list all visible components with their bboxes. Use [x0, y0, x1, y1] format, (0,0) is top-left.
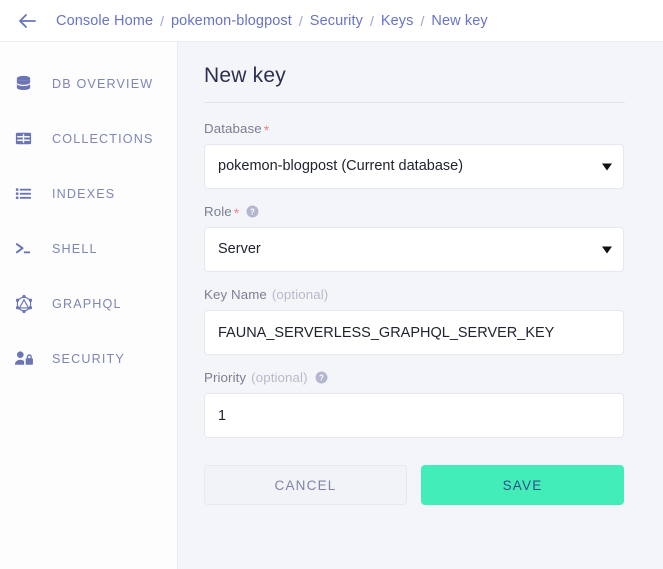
database-label-row: Database *	[204, 121, 625, 138]
sidebar-item-label: DB OVERVIEW	[52, 76, 154, 91]
required-asterisk: *	[233, 204, 240, 221]
database-select-wrap: pokemon-blogpost (Current database)	[204, 144, 624, 189]
svg-text:?: ?	[319, 374, 324, 383]
key-name-optional-text: (optional)	[271, 287, 329, 302]
question-circle-icon[interactable]: ?	[246, 205, 259, 218]
sidebar-nav: DB OVERVIEW COLLECTIONS INDEXES SHELL GR…	[0, 42, 178, 569]
breadcrumb-item-database[interactable]: pokemon-blogpost	[171, 13, 292, 29]
form-actions: CANCEL SAVE	[204, 465, 625, 505]
top-bar: Console Home / pokemon-blogpost / Securi…	[0, 0, 663, 42]
sidebar-item-db-overview[interactable]: DB OVERVIEW	[0, 56, 177, 111]
priority-input[interactable]	[204, 393, 624, 438]
field-role: Role * ? Server	[204, 204, 625, 272]
title-divider	[204, 102, 625, 103]
back-arrow-icon[interactable]	[14, 8, 40, 34]
sidebar-item-graphql[interactable]: GRAPHQL	[0, 276, 177, 331]
breadcrumb-separator: /	[298, 12, 303, 29]
priority-label: Priority	[204, 370, 247, 385]
key-name-label-row: Key Name (optional)	[204, 287, 625, 302]
database-label: Database	[204, 121, 262, 136]
field-priority: Priority (optional) ?	[204, 370, 625, 438]
role-select-wrap: Server	[204, 227, 624, 272]
svg-text:?: ?	[250, 208, 255, 217]
sidebar-item-label: COLLECTIONS	[52, 131, 154, 146]
key-name-label: Key Name	[204, 287, 267, 302]
breadcrumb-item-console-home[interactable]: Console Home	[56, 13, 153, 29]
role-label-row: Role * ?	[204, 204, 625, 221]
role-label: Role	[204, 204, 232, 219]
graphql-icon	[14, 291, 44, 317]
sidebar-item-collections[interactable]: COLLECTIONS	[0, 111, 177, 166]
sidebar-item-label: GRAPHQL	[52, 296, 122, 311]
cancel-button[interactable]: CANCEL	[204, 465, 407, 505]
field-database: Database * pokemon-blogpost (Current dat…	[204, 121, 625, 189]
database-select[interactable]: pokemon-blogpost (Current database)	[204, 144, 624, 189]
new-key-form-panel: New key Database * pokemon-blogpost (Cur…	[178, 42, 663, 569]
sidebar-item-security[interactable]: SECURITY	[0, 331, 177, 386]
fauna-console-window: Console Home / pokemon-blogpost / Securi…	[0, 0, 663, 569]
table-grid-icon	[14, 126, 44, 152]
sidebar-item-label: SHELL	[52, 241, 98, 256]
page-title: New key	[204, 64, 286, 87]
body-split: DB OVERVIEW COLLECTIONS INDEXES SHELL GR…	[0, 42, 663, 569]
breadcrumb-separator: /	[369, 12, 374, 29]
priority-optional-text: (optional)	[251, 370, 308, 385]
sidebar-item-shell[interactable]: SHELL	[0, 221, 177, 276]
key-name-input[interactable]	[204, 310, 624, 355]
required-asterisk: *	[263, 121, 270, 138]
list-icon	[14, 181, 44, 207]
save-button[interactable]: SAVE	[421, 465, 624, 505]
breadcrumb-separator: /	[160, 12, 164, 29]
role-select[interactable]: Server	[204, 227, 624, 272]
priority-label-row: Priority (optional) ?	[204, 370, 625, 385]
breadcrumb-item-security[interactable]: Security	[310, 13, 363, 29]
breadcrumb-separator: /	[420, 12, 425, 29]
question-circle-icon[interactable]: ?	[315, 371, 328, 384]
sidebar-item-label: INDEXES	[52, 186, 116, 201]
terminal-prompt-icon	[14, 236, 44, 262]
field-key-name: Key Name (optional)	[204, 287, 625, 355]
sidebar-item-indexes[interactable]: INDEXES	[0, 166, 177, 221]
database-icon	[14, 71, 44, 97]
breadcrumb: Console Home / pokemon-blogpost / Securi…	[56, 13, 488, 29]
user-lock-icon	[14, 346, 44, 372]
breadcrumb-item-new-key: New key	[431, 12, 488, 29]
breadcrumb-item-keys[interactable]: Keys	[381, 13, 414, 29]
sidebar-item-label: SECURITY	[52, 351, 125, 366]
